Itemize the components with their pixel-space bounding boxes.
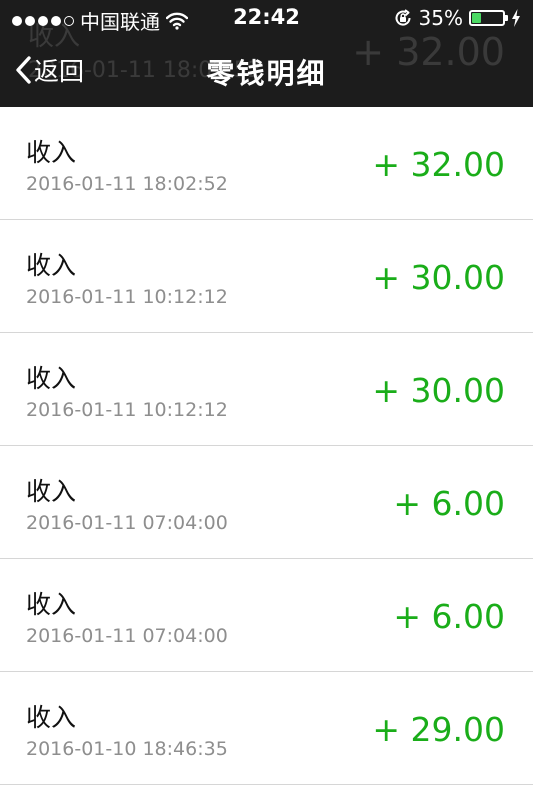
page-title: 零钱明细	[206, 57, 327, 90]
battery-fill	[472, 13, 482, 23]
transaction-row[interactable]: 收入 2016-01-10 18:46:35 + 29.00	[0, 672, 533, 785]
rotation-lock-icon	[395, 9, 411, 26]
transaction-row[interactable]: 收入 2016-01-11 10:12:12 + 30.00	[0, 220, 533, 333]
transaction-row[interactable]: 收入 2016-01-11 18:02:52 + 32.00	[0, 107, 533, 220]
charging-bolt-icon	[512, 9, 520, 27]
nav-bar: 返回 零钱明细	[0, 40, 533, 104]
transaction-row[interactable]: 收入 2016-01-11 07:04:00 + 6.00	[0, 559, 533, 672]
battery-percent: 35%	[418, 6, 463, 30]
transaction-time: 2016-01-11 07:04:00	[26, 512, 228, 534]
transaction-type: 收入	[26, 364, 77, 393]
transaction-amount: + 32.00	[372, 145, 505, 184]
transaction-amount: + 6.00	[393, 597, 505, 636]
transaction-amount: + 29.00	[372, 710, 505, 749]
transaction-row[interactable]: 收入 2016-01-11 07:04:00 + 6.00	[0, 446, 533, 559]
transaction-type: 收入	[26, 590, 77, 619]
transaction-time: 2016-01-11 10:12:12	[26, 286, 228, 308]
transaction-row[interactable]: 收入 2016-01-11 10:12:12 + 30.00	[0, 333, 533, 446]
transaction-time: 2016-01-10 18:46:35	[26, 738, 228, 760]
header: 收入 2016-01-11 18:02:52 + 32.00 中国联通 22:4…	[0, 0, 533, 107]
screen: 收入 2016-01-11 18:02:52 + 32.00 中国联通 22:4…	[0, 0, 533, 800]
transaction-amount: + 30.00	[372, 258, 505, 297]
transaction-time: 2016-01-11 18:02:52	[26, 173, 228, 195]
transaction-amount: + 30.00	[372, 371, 505, 410]
transaction-time: 2016-01-11 10:12:12	[26, 399, 228, 421]
transaction-list: 收入 2016-01-11 18:02:52 + 32.00 收入 2016-0…	[0, 107, 533, 785]
transaction-type: 收入	[26, 138, 77, 167]
transaction-type: 收入	[26, 703, 77, 732]
battery-icon	[469, 10, 508, 26]
status-bar: 中国联通 22:42 35%	[0, 0, 533, 36]
status-bar-right: 35%	[393, 6, 521, 30]
transaction-time: 2016-01-11 07:04:00	[26, 625, 228, 647]
transaction-amount: + 6.00	[393, 484, 505, 523]
transaction-type: 收入	[26, 477, 77, 506]
transaction-type: 收入	[26, 251, 77, 280]
